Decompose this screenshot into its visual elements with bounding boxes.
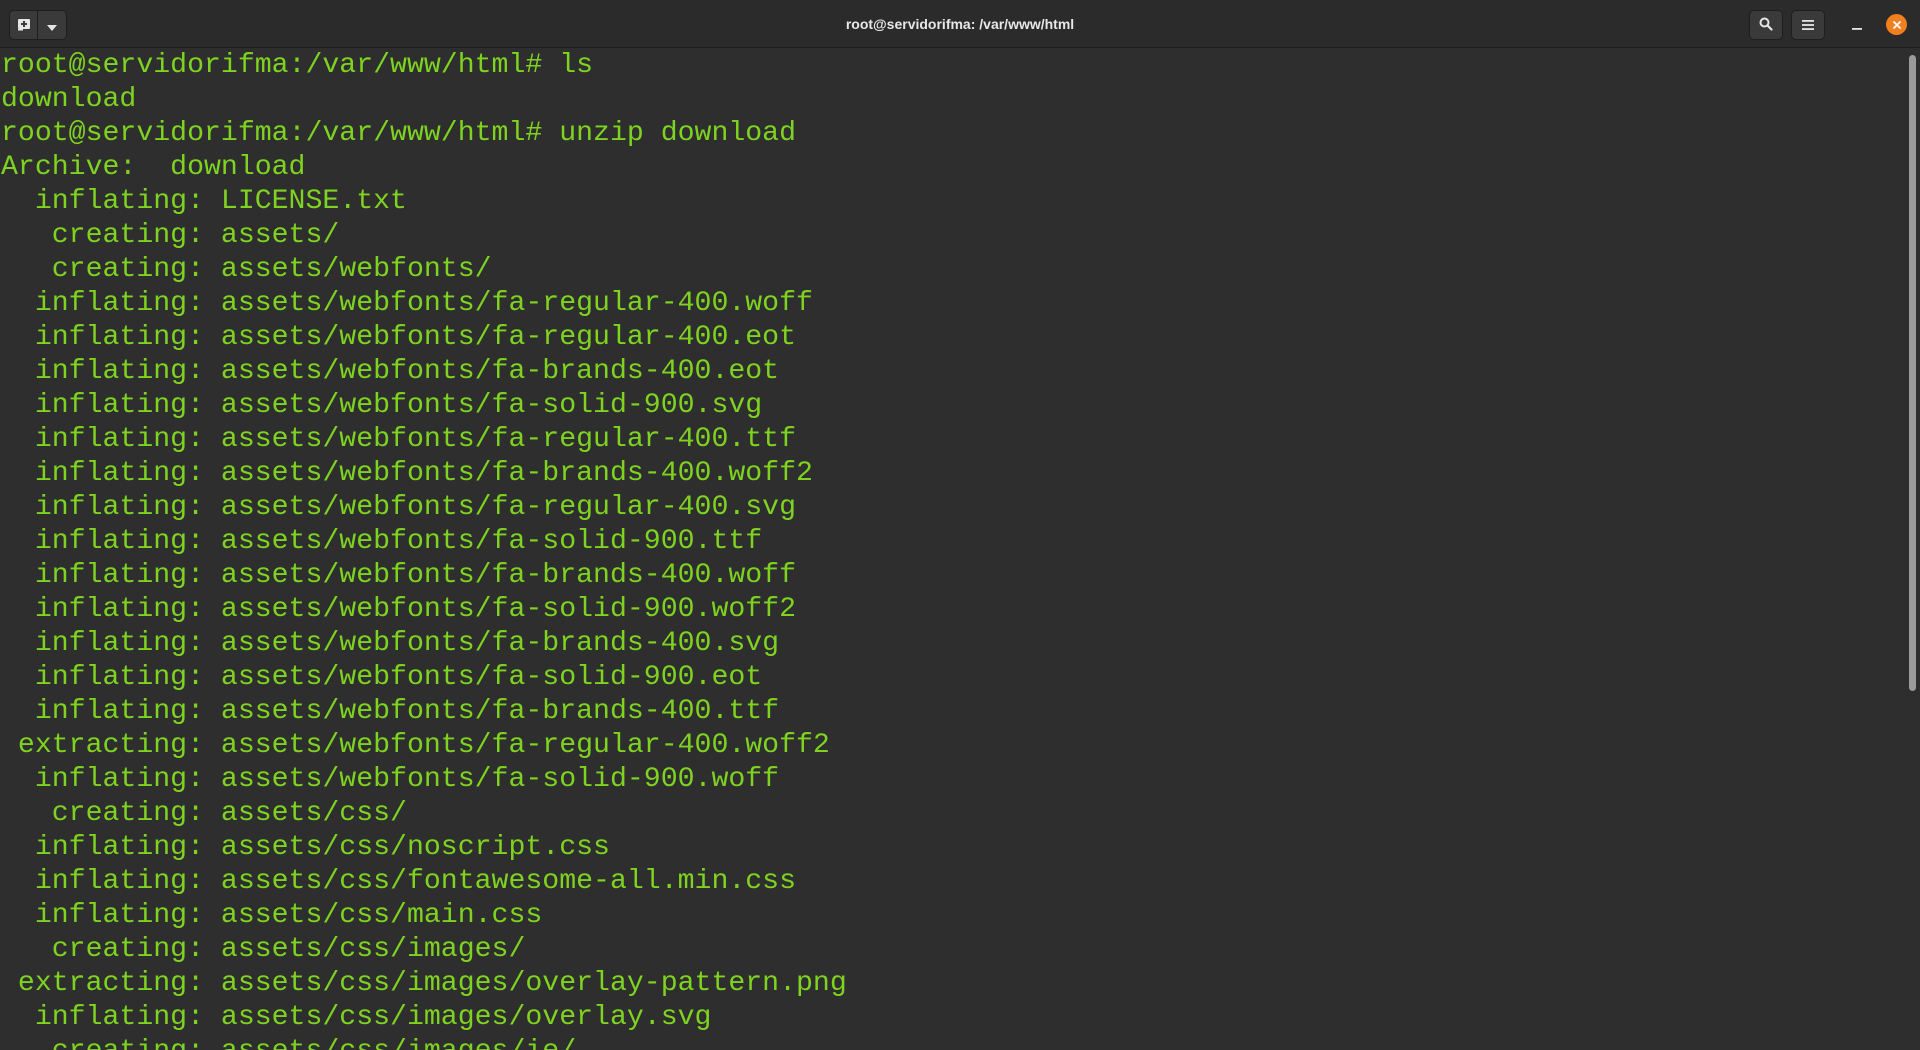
terminal-line: extracting: assets/css/images/overlay-pa…: [1, 968, 847, 999]
close-button[interactable]: [1886, 14, 1907, 35]
new-tab-button[interactable]: [9, 10, 38, 40]
minimize-button[interactable]: [1846, 14, 1868, 36]
minimize-icon: [1852, 16, 1862, 35]
window-title-container: root@servidorifma: /var/www/html: [0, 0, 1920, 48]
scrollbar[interactable]: [1906, 49, 1920, 1050]
terminal-line: root@servidorifma:/var/www/html# ls: [1, 50, 594, 81]
terminal-line: inflating: assets/webfonts/fa-regular-40…: [1, 288, 813, 319]
terminal-line: inflating: assets/webfonts/fa-regular-40…: [1, 424, 797, 455]
terminal-output[interactable]: root@servidorifma:/var/www/html# ls downl…: [0, 49, 1906, 1050]
hamburger-menu-icon: [1802, 16, 1814, 35]
terminal-line: inflating: assets/webfonts/fa-solid-900.…: [1, 526, 763, 557]
tab-menu-button[interactable]: [38, 10, 67, 40]
new-tab-icon: [17, 16, 31, 35]
terminal-line: inflating: assets/webfonts/fa-brands-400…: [1, 696, 780, 727]
terminal-line: inflating: assets/webfonts/fa-brands-400…: [1, 628, 780, 659]
terminal-line: creating: assets/css/: [1, 798, 407, 829]
terminal-line: inflating: assets/css/noscript.css: [1, 832, 610, 863]
terminal-line: inflating: LICENSE.txt: [1, 186, 407, 217]
window-title: root@servidorifma: /var/www/html: [845, 16, 1075, 32]
terminal-line: extracting: assets/webfonts/fa-regular-4…: [1, 730, 830, 761]
close-icon: [1892, 15, 1902, 34]
terminal-line: inflating: assets/webfonts/fa-brands-400…: [1, 356, 780, 387]
menu-button[interactable]: [1791, 10, 1825, 40]
terminal-line: inflating: assets/css/main.css: [1, 900, 543, 931]
terminal-line: creating: assets/webfonts/: [1, 254, 492, 285]
search-icon: [1759, 16, 1773, 35]
terminal-window: root@servidorifma: /var/www/html root@se…: [0, 0, 1920, 1050]
titlebar: root@servidorifma: /var/www/html: [0, 0, 1920, 48]
terminal-line: inflating: assets/webfonts/fa-solid-900.…: [1, 662, 763, 693]
terminal-line: inflating: assets/webfonts/fa-brands-400…: [1, 560, 797, 591]
terminal-line: inflating: assets/css/images/overlay.svg: [1, 1002, 712, 1033]
terminal-line: inflating: assets/webfonts/fa-solid-900.…: [1, 390, 763, 421]
scrollbar-thumb[interactable]: [1909, 55, 1916, 691]
terminal-line: creating: assets/css/images/: [1, 934, 526, 965]
terminal-line: inflating: assets/webfonts/fa-solid-900.…: [1, 594, 797, 625]
terminal-line: inflating: assets/webfonts/fa-regular-40…: [1, 322, 797, 353]
terminal-line: inflating: assets/css/fontawesome-all.mi…: [1, 866, 797, 897]
terminal-line: inflating: assets/webfonts/fa-regular-40…: [1, 492, 797, 523]
chevron-down-icon: [47, 16, 57, 35]
terminal-line: Archive: download: [1, 152, 306, 183]
terminal-line: inflating: assets/webfonts/fa-brands-400…: [1, 458, 813, 489]
terminal-line: creating: assets/css/images/ie/: [0, 1035, 1906, 1050]
terminal-line: inflating: assets/webfonts/fa-solid-900.…: [1, 764, 780, 795]
search-button[interactable]: [1749, 10, 1783, 40]
terminal-line: root@servidorifma:/var/www/html# unzip d…: [1, 118, 797, 149]
terminal-line: download: [1, 84, 137, 115]
terminal-line: creating: assets/: [1, 220, 340, 251]
